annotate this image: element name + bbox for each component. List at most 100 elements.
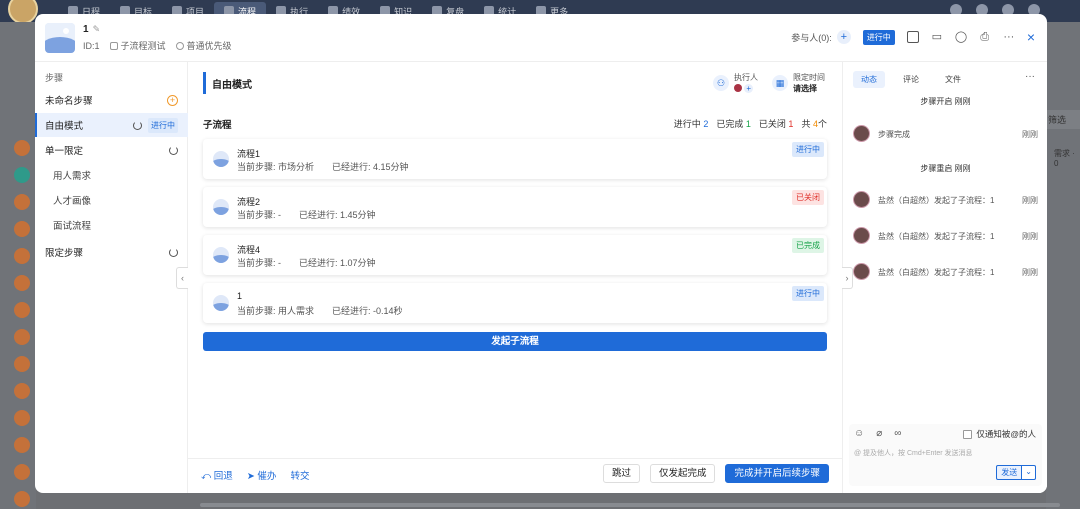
stat-done[interactable]: 已完成 1	[716, 117, 751, 130]
list-item-icon	[14, 437, 30, 453]
card-step: 当前步骤: 用人需求	[237, 306, 315, 316]
attachment-icon[interactable]: ⌀	[876, 428, 882, 439]
add-participant-button[interactable]: +	[836, 30, 851, 44]
comment-composer[interactable]: ☺ ⌀ ∞ 仅通知被@的人 @ 提及他人，按 Cmd+Enter 发送消息 发送…	[849, 424, 1042, 486]
send-button[interactable]: 发送	[996, 465, 1023, 480]
folder-icon[interactable]: ▭	[931, 31, 943, 43]
activity-panel: › 动态 评论 文件 ··· 步骤开启 刚刚 步骤完成 刚刚 步骤重启 刚刚 盐…	[842, 62, 1047, 493]
emoji-icon[interactable]: ☺	[854, 428, 864, 439]
list-item-icon	[14, 491, 30, 507]
close-icon[interactable]: ×	[1027, 29, 1035, 45]
step-subitem-interview[interactable]: 面试流程	[35, 213, 188, 237]
process-title: 1 ✎	[83, 24, 100, 35]
list-item-icon	[14, 248, 30, 264]
main-panel: 自由模式 ⚇ 执行人 + ▦ 限定时间 请选择 子流程 进行中 2 已完成 1 已…	[188, 62, 842, 493]
avatar	[213, 199, 229, 215]
step-subitem-hiring-need[interactable]: 用人需求	[35, 163, 188, 187]
checkbox[interactable]	[963, 429, 973, 439]
activity-item: 盐然（白超然）发起了子流程：1 刚刚	[853, 191, 1038, 209]
card-step: 当前步骤: -	[237, 258, 281, 268]
complete-next-button[interactable]: 完成并开启后续步骤	[725, 464, 829, 483]
user-circle-icon[interactable]: ◯	[955, 31, 967, 43]
step-item-free-mode[interactable]: 自由模式 进行中	[35, 113, 188, 137]
urge-button[interactable]: ➤ 催办	[247, 468, 277, 482]
priority[interactable]: 普通优先级	[175, 39, 232, 52]
edit-icon[interactable]: ✎	[93, 24, 101, 35]
app-right-strip: 筛选 需求 · 0	[1046, 22, 1080, 509]
user-icon: ⚇	[713, 75, 729, 91]
filter-label[interactable]: 筛选	[1046, 110, 1080, 129]
header-actions: 参与人(0): + 进行中 ▭ ◯ ⎙ ··· ×	[791, 29, 1035, 45]
activity-item: 盐然（白超然）发起了子流程：1 刚刚	[853, 227, 1038, 245]
activity-tabs: 动态 评论 文件	[853, 71, 979, 88]
step-subitem-talent-profile[interactable]: 人才画像	[35, 188, 188, 212]
list-item-icon	[14, 383, 30, 399]
subprocess-card[interactable]: 1 当前步骤: 用人需求 已经进行: -0.14秒 进行中	[203, 283, 827, 323]
skip-button[interactable]: 跳过	[602, 464, 640, 483]
tab-comments[interactable]: 评论	[895, 71, 927, 88]
comment-input[interactable]: @ 提及他人，按 Cmd+Enter 发送消息	[854, 448, 973, 458]
user-avatar[interactable]	[8, 0, 38, 24]
stat-total: 共 4个	[801, 119, 827, 129]
subprocess-card[interactable]: 流程1 当前步骤: 市场分析 已经进行: 4.15分钟 进行中	[203, 139, 827, 179]
modal-header: 1 ✎ ID:1 子流程测试 普通优先级 参与人(0): + 进行中 ▭ ◯ ⎙…	[35, 14, 1047, 62]
refresh-icon[interactable]	[133, 120, 142, 130]
avatar	[853, 227, 870, 244]
print-icon[interactable]: ⎙	[979, 31, 991, 43]
launch-only-button[interactable]: 仅发起完成	[649, 464, 716, 483]
process-modal: 1 ✎ ID:1 子流程测试 普通优先级 参与人(0): + 进行中 ▭ ◯ ⎙…	[35, 14, 1047, 493]
calendar-icon: ▦	[772, 75, 788, 91]
subprocess-heading: 子流程	[203, 120, 232, 131]
card-elapsed: 已经进行: 1.07分钟	[299, 258, 376, 268]
avatar	[213, 295, 229, 311]
add-executor-icon[interactable]: +	[744, 84, 754, 93]
list-item-icon	[14, 167, 30, 183]
list-item-icon	[14, 221, 30, 237]
event-divider: 步骤开启 刚刚	[920, 97, 971, 106]
step-item-single-limited[interactable]: 单一限定	[35, 138, 188, 162]
deadline[interactable]: ▦ 限定时间 请选择	[772, 72, 825, 94]
add-circle-icon[interactable]: +	[167, 94, 178, 106]
document-icon[interactable]	[906, 31, 919, 43]
avatar	[734, 84, 742, 92]
mode-title: 自由模式	[203, 72, 252, 94]
step-item-limited[interactable]: 限定步骤	[35, 240, 188, 264]
rollback-button[interactable]: ⤺ 回退	[201, 468, 233, 482]
link-icon[interactable]: ∞	[894, 428, 901, 439]
step-item-unnamed[interactable]: 未命名步骤 +	[35, 88, 188, 112]
status-badge: 进行中	[792, 142, 824, 157]
transfer-button[interactable]: 转交	[290, 468, 309, 482]
card-elapsed: 已经进行: -0.14秒	[332, 306, 403, 316]
stat-in-progress[interactable]: 进行中 2	[674, 117, 709, 130]
more-icon[interactable]: ···	[1025, 71, 1035, 82]
process-name[interactable]: 子流程测试	[109, 39, 166, 52]
activity-item: 盐然（白超然）发起了子流程：1 刚刚	[853, 263, 1038, 281]
card-name: 流程1	[237, 149, 261, 159]
collapse-left-icon[interactable]: ‹	[176, 267, 188, 289]
stat-closed[interactable]: 已关闭 1	[759, 117, 794, 130]
notify-mentioned-checkbox[interactable]: 仅通知被@的人	[963, 428, 1036, 440]
avatar	[853, 263, 870, 280]
horizontal-scrollbar[interactable]	[200, 503, 1060, 507]
collapse-right-icon[interactable]: ›	[842, 267, 853, 289]
subprocess-card[interactable]: 流程4 当前步骤: - 已经进行: 1.07分钟 已完成	[203, 235, 827, 275]
app-sidebar	[0, 22, 36, 509]
chevron-down-icon[interactable]: ⌄	[1022, 465, 1036, 480]
subprocess-card[interactable]: 流程2 当前步骤: - 已经进行: 1.45分钟 已关闭	[203, 187, 827, 227]
list-item-icon	[14, 140, 30, 156]
tab-activity[interactable]: 动态	[853, 71, 885, 88]
executor[interactable]: ⚇ 执行人 +	[713, 72, 758, 94]
refresh-icon[interactable]	[169, 145, 178, 155]
card-step: 当前步骤: -	[237, 210, 281, 220]
tab-files[interactable]: 文件	[937, 71, 969, 88]
status-badge[interactable]: 进行中	[862, 29, 895, 45]
status-badge: 已完成	[792, 238, 824, 253]
launch-subprocess-button[interactable]: 发起子流程	[203, 332, 827, 351]
refresh-icon[interactable]	[169, 247, 178, 257]
list-item-icon	[14, 275, 30, 291]
card-name: 1	[237, 291, 243, 301]
more-icon[interactable]: ···	[1003, 31, 1015, 43]
avatar	[213, 247, 229, 263]
process-thumbnail	[45, 23, 75, 53]
modal-footer: ⤺ 回退 ➤ 催办 转交 跳过 仅发起完成 完成并开启后续步骤	[188, 458, 842, 493]
